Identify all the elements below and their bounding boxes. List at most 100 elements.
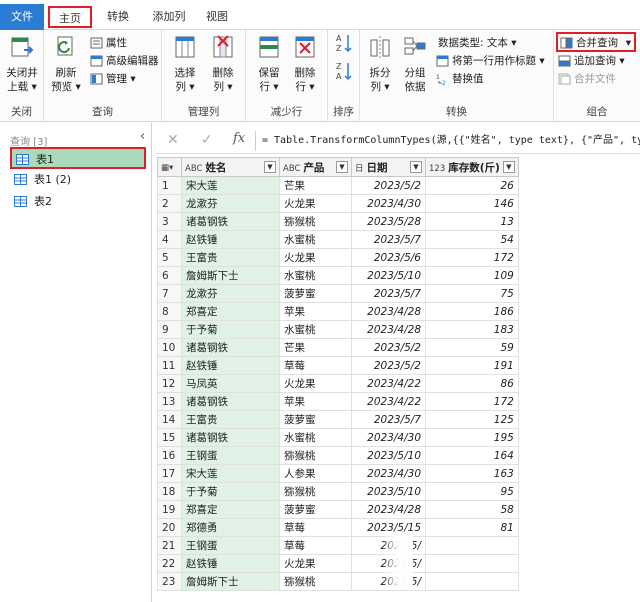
cell-date[interactable]: 2023/5/7 [351, 410, 426, 429]
replace-values-button[interactable]: 12 替换值 [434, 70, 484, 88]
sort-descending-button[interactable]: Z A [332, 60, 356, 86]
cell-date[interactable]: 2023/4/22 [351, 392, 426, 411]
table-row[interactable]: 4 赵铁锤 水蜜桃 2023/5/7 54 [157, 230, 519, 249]
cell-stock[interactable]: 195 [425, 428, 519, 447]
cell-product[interactable]: 菠萝蜜 [279, 500, 352, 519]
row-number[interactable]: 19 [157, 500, 182, 519]
collapse-pane-icon[interactable]: ‹ [140, 129, 145, 144]
cell-name[interactable]: 于予菊 [181, 482, 280, 501]
cancel-formula-icon[interactable]: ✕ [167, 132, 179, 148]
cell-name[interactable]: 赵铁锤 [181, 230, 280, 249]
tab-home[interactable]: 主页 [48, 6, 92, 28]
table-row[interactable]: 23詹姆斯下士猕猴桃2023/5/ [157, 572, 519, 591]
row-number[interactable]: 10 [157, 338, 182, 357]
cell-product[interactable]: 猕猴桃 [279, 446, 352, 465]
table-row[interactable]: 11 赵铁锤 草莓 2023/5/2 191 [157, 356, 519, 375]
cell-stock[interactable]: 13 [425, 212, 519, 231]
cell-product[interactable]: 苹果 [279, 302, 352, 321]
cell-name[interactable]: 王富贵 [181, 410, 280, 429]
cell-product[interactable]: 火龙果 [279, 554, 352, 573]
table-row[interactable]: 14 王富贵 菠萝蜜 2023/5/7 125 [157, 410, 519, 429]
text-type-icon[interactable]: ABC [185, 164, 202, 174]
cell-product[interactable]: 猕猴桃 [279, 212, 352, 231]
row-number[interactable]: 4 [157, 230, 182, 249]
cell-date[interactable]: 2023/5/2 [351, 176, 426, 195]
row-number[interactable]: 11 [157, 356, 182, 375]
query-item-table1-copy[interactable]: 表1 (2) [10, 169, 146, 191]
append-queries-button[interactable]: 追加查询 ▾ [556, 52, 625, 70]
cell-stock[interactable]: 183 [425, 320, 519, 339]
tab-add-column[interactable]: 添加列 [144, 6, 194, 28]
table-row[interactable]: 13 诸葛钢铁 苹果 2023/4/22 172 [157, 392, 519, 411]
split-column-button[interactable]: 拆分 列 ▾ [364, 34, 396, 94]
cell-name[interactable]: 龙漱芬 [181, 194, 280, 213]
cell-name[interactable]: 詹姆斯下士 [181, 266, 280, 285]
table-row[interactable]: 8 郑喜定 苹果 2023/4/28 186 [157, 302, 519, 321]
cell-name[interactable]: 宋大莲 [181, 464, 280, 483]
cell-stock[interactable] [425, 572, 519, 591]
cell-product[interactable]: 菠萝蜜 [279, 410, 352, 429]
row-number[interactable]: 1 [157, 176, 182, 195]
cell-stock[interactable]: 58 [425, 500, 519, 519]
table-row[interactable]: 9 于予菊 水蜜桃 2023/4/28 183 [157, 320, 519, 339]
cell-name[interactable]: 郑喜定 [181, 500, 280, 519]
filter-dropdown-icon[interactable]: ▼ [502, 161, 515, 173]
row-number[interactable]: 15 [157, 428, 182, 447]
filter-dropdown-icon[interactable]: ▼ [264, 161, 276, 173]
cell-date[interactable]: 2023/4/28 [351, 302, 426, 321]
cell-product[interactable]: 草莓 [279, 356, 352, 375]
table-row[interactable]: 2 龙漱芬 火龙果 2023/4/30 146 [157, 194, 519, 213]
cell-stock[interactable]: 54 [425, 230, 519, 249]
cell-stock[interactable] [425, 536, 519, 555]
filter-dropdown-icon[interactable]: ▼ [336, 161, 348, 173]
use-first-row-headers-button[interactable]: 将第一行用作标题 ▾ [434, 52, 545, 70]
text-type-icon[interactable]: ABC [283, 164, 300, 174]
cell-name[interactable]: 宋大莲 [181, 176, 280, 195]
table-row[interactable]: 18 于予菊 猕猴桃 2023/5/10 95 [157, 482, 519, 501]
tab-transform[interactable]: 转换 [98, 6, 138, 28]
query-item-table1[interactable]: 表1 [10, 147, 146, 169]
cell-name[interactable]: 诸葛钢铁 [181, 428, 280, 447]
cell-product[interactable]: 菠萝蜜 [279, 284, 352, 303]
cell-stock[interactable]: 81 [425, 518, 519, 537]
cell-name[interactable]: 诸葛钢铁 [181, 392, 280, 411]
cell-stock[interactable]: 95 [425, 482, 519, 501]
combine-files-button[interactable]: 合并文件 [556, 70, 616, 88]
table-menu-icon[interactable]: ▦▾ [157, 157, 182, 177]
remove-columns-button[interactable]: 删除 列 ▾ [206, 34, 240, 94]
tab-view[interactable]: 视图 [200, 6, 234, 28]
table-row[interactable]: 3 诸葛钢铁 猕猴桃 2023/5/28 13 [157, 212, 519, 231]
table-row[interactable]: 20 郑德勇 草莓 2023/5/15 81 [157, 518, 519, 537]
query-item-table2[interactable]: 表2 [10, 191, 146, 213]
choose-columns-button[interactable]: 选择 列 ▾ [168, 34, 202, 94]
confirm-formula-icon[interactable]: ✓ [201, 132, 213, 148]
cell-date[interactable]: 2023/5/28 [351, 212, 426, 231]
cell-product[interactable]: 猕猴桃 [279, 572, 352, 591]
row-number[interactable]: 22 [157, 554, 182, 573]
cell-date[interactable]: 2023/5/7 [351, 230, 426, 249]
tab-file[interactable]: 文件 [0, 4, 44, 30]
cell-stock[interactable]: 86 [425, 374, 519, 393]
cell-name[interactable]: 詹姆斯下士 [181, 572, 280, 591]
refresh-preview-button[interactable]: 刷新 预览 ▾ [48, 34, 84, 94]
properties-button[interactable]: 属性 [88, 34, 127, 52]
cell-name[interactable]: 郑德勇 [181, 518, 280, 537]
number-type-icon[interactable]: 123 [429, 164, 445, 174]
cell-stock[interactable]: 164 [425, 446, 519, 465]
cell-date[interactable]: 2023/4/28 [351, 320, 426, 339]
cell-stock[interactable]: 172 [425, 248, 519, 267]
column-header-product[interactable]: ABC 产品 ▼ [279, 157, 352, 177]
cell-product[interactable]: 草莓 [279, 518, 352, 537]
cell-date[interactable]: 2023/5/2 [351, 338, 426, 357]
row-number[interactable]: 7 [157, 284, 182, 303]
cell-name[interactable]: 赵铁锤 [181, 554, 280, 573]
advanced-editor-button[interactable]: 高级编辑器 [88, 52, 159, 70]
cell-name[interactable]: 马凤英 [181, 374, 280, 393]
cell-date[interactable]: 2023/4/28 [351, 500, 426, 519]
cell-stock[interactable] [425, 554, 519, 573]
cell-stock[interactable]: 186 [425, 302, 519, 321]
row-number[interactable]: 6 [157, 266, 182, 285]
cell-product[interactable]: 水蜜桃 [279, 320, 352, 339]
cell-product[interactable]: 芒果 [279, 338, 352, 357]
row-number[interactable]: 5 [157, 248, 182, 267]
